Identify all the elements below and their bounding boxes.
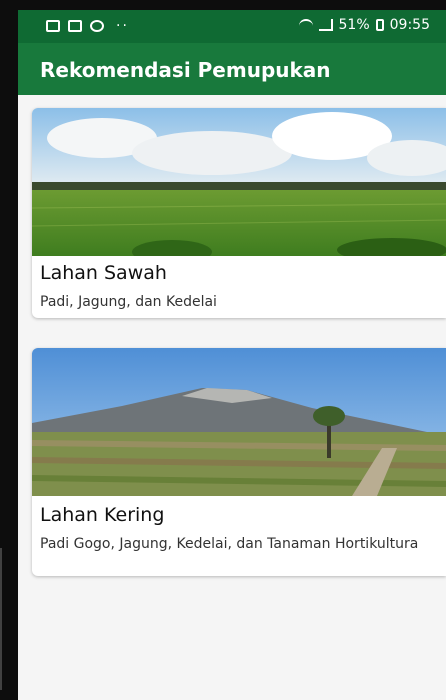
rice-field-image (32, 108, 446, 256)
chrome-icon (90, 20, 104, 32)
status-bar: ·· 51% 09:55 (18, 10, 446, 43)
card-title: Lahan Sawah (40, 262, 167, 284)
dry-land-mountain-image (32, 348, 446, 496)
wifi-icon (298, 19, 313, 31)
signal-icon (318, 19, 333, 31)
image-icon (68, 20, 82, 32)
card-title: Lahan Kering (40, 504, 165, 526)
more-notifications-icon: ·· (116, 18, 129, 34)
screen-icon (46, 20, 60, 32)
battery-icon (375, 19, 384, 31)
app-bar: Rekomendasi Pemupukan (18, 43, 446, 95)
phone-screen: ·· 51% 09:55 Rekomendasi Pemupukan Lahan… (18, 10, 446, 700)
status-icons-right: 51% 09:55 (298, 17, 430, 33)
card-subtitle: Padi Gogo, Jagung, Kedelai, dan Tanaman … (40, 536, 419, 552)
card-lahan-sawah[interactable]: Lahan Sawah Padi, Jagung, dan Kedelai (32, 108, 446, 318)
card-subtitle: Padi, Jagung, dan Kedelai (40, 294, 217, 310)
status-icons-left: ·· (46, 18, 129, 34)
clock: 09:55 (389, 17, 430, 33)
screen-edge-divider (0, 548, 2, 690)
card-lahan-kering[interactable]: Lahan Kering Padi Gogo, Jagung, Kedelai,… (32, 348, 446, 576)
page-title: Rekomendasi Pemupukan (40, 58, 331, 82)
battery-percentage: 51% (338, 17, 370, 33)
